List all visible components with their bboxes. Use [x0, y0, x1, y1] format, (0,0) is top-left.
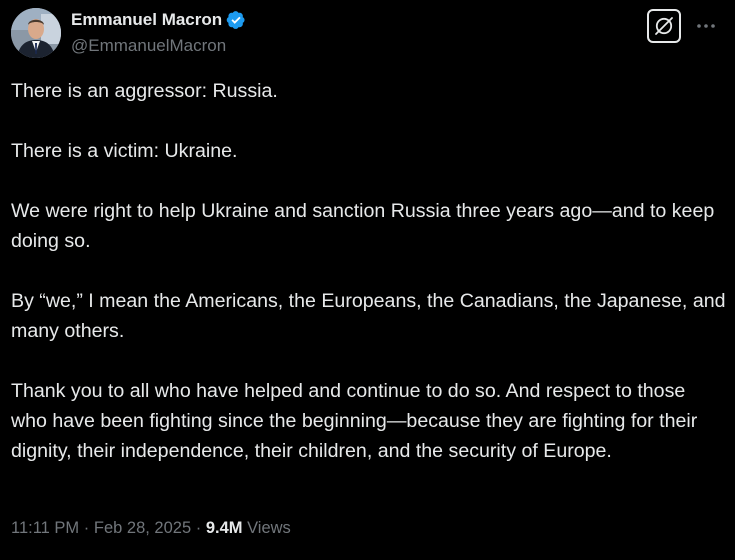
verified-badge-icon[interactable]	[226, 10, 246, 30]
grok-button[interactable]	[647, 9, 681, 43]
tweet-time[interactable]: 11:11 PM	[11, 519, 79, 537]
more-options-button[interactable]	[694, 14, 718, 38]
tweet-paragraph: By “we,” I mean the Americans, the Europ…	[11, 290, 726, 342]
views-label: Views	[247, 519, 291, 537]
tweet-date[interactable]: Feb 28, 2025	[94, 519, 191, 537]
grok-icon	[655, 17, 673, 35]
meta-separator: ·	[195, 519, 202, 537]
author-handle[interactable]: @EmmanuelMacron	[71, 34, 246, 58]
avatar[interactable]	[11, 8, 61, 58]
tweet-paragraph: There is a victim: Ukraine.	[11, 140, 238, 162]
tweet-paragraph: We were right to help Ukraine and sancti…	[11, 200, 715, 252]
tweet-paragraph: There is an aggressor: Russia.	[11, 80, 278, 102]
tweet-card: Emmanuel Macron @EmmanuelMacron There is…	[0, 0, 735, 560]
meta-separator: ·	[83, 519, 90, 537]
author-display-name[interactable]: Emmanuel Macron	[71, 8, 222, 32]
tweet-text: There is an aggressor: Russia. There is …	[11, 76, 726, 466]
profile-photo-icon	[11, 8, 61, 58]
tweet-paragraph: Thank you to all who have helped and con…	[11, 380, 698, 462]
tweet-metadata: 11:11 PM · Feb 28, 2025 · 9.4M Views	[11, 516, 291, 540]
author-name-row: Emmanuel Macron	[71, 8, 246, 32]
author-info: Emmanuel Macron @EmmanuelMacron	[71, 8, 246, 58]
more-horizontal-icon	[697, 24, 715, 28]
tweet-header: Emmanuel Macron @EmmanuelMacron	[11, 6, 725, 60]
views-count: 9.4M	[205, 519, 243, 537]
